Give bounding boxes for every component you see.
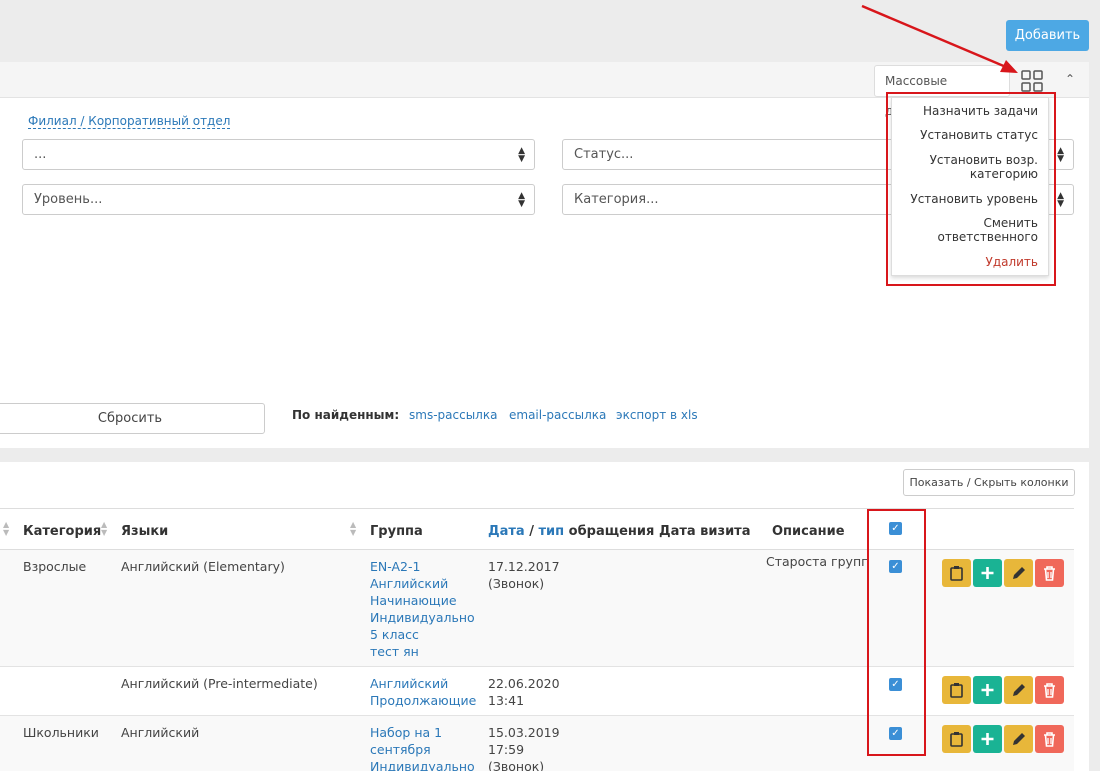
add-button-row[interactable] bbox=[973, 559, 1002, 587]
delete-button[interactable] bbox=[1035, 676, 1064, 704]
date-line: 13:41 bbox=[488, 693, 525, 708]
level-select-value: Уровень... bbox=[34, 192, 103, 207]
column-header-date-type: Дата / тип обращения bbox=[488, 524, 654, 539]
group-line: Индивидуально bbox=[370, 610, 475, 625]
sms-mailing-link[interactable]: sms-рассылка bbox=[409, 408, 497, 422]
branch-select-value: ... bbox=[34, 147, 47, 162]
trash-icon bbox=[1044, 683, 1055, 698]
delete-button[interactable] bbox=[1035, 725, 1064, 753]
group-line: Английский bbox=[370, 576, 449, 591]
column-header-visit-date[interactable]: Дата визита bbox=[659, 524, 751, 539]
trash-icon bbox=[1044, 732, 1055, 747]
toggle-columns-button[interactable]: Показать / Скрыть колонки bbox=[903, 469, 1075, 496]
row-category: Взрослые bbox=[23, 559, 87, 574]
sort-icon[interactable]: ▲ ▼ bbox=[101, 521, 107, 537]
pencil-icon bbox=[1013, 684, 1025, 696]
select-arrows-icon: ▲ ▼ bbox=[1057, 146, 1064, 164]
chevron-up-icon[interactable]: ⌃ bbox=[1062, 70, 1078, 88]
status-select-value: Статус... bbox=[574, 147, 634, 162]
group-line: Индивидуально bbox=[370, 759, 475, 771]
branch-filter-label[interactable]: Филиал / Корпоративный отдел bbox=[28, 114, 231, 129]
column-header-description[interactable]: Описание bbox=[772, 524, 845, 539]
column-header-category[interactable]: Категория bbox=[23, 524, 101, 539]
add-button-row[interactable] bbox=[973, 676, 1002, 704]
row-description: Староста групп bbox=[766, 554, 870, 569]
group-line: сентября bbox=[370, 742, 431, 757]
group-line: тест ян bbox=[370, 644, 419, 659]
date-line: (Звонок) bbox=[488, 759, 545, 771]
plus-icon bbox=[981, 684, 994, 696]
row-group[interactable]: EN-A2-1 Английский Начинающие Индивидуал… bbox=[370, 558, 480, 660]
group-line: EN-A2-1 bbox=[370, 559, 421, 574]
row-group[interactable]: Английский Продолжающие bbox=[370, 675, 480, 709]
column-header-languages[interactable]: Языки bbox=[121, 524, 168, 539]
group-line: Продолжающие bbox=[370, 693, 477, 708]
clipboard-icon bbox=[950, 683, 963, 698]
plus-icon bbox=[981, 567, 994, 579]
found-label: По найденным: bbox=[292, 408, 400, 422]
clipboard-icon bbox=[950, 732, 963, 747]
edit-button[interactable] bbox=[1004, 676, 1033, 704]
edit-button[interactable] bbox=[1004, 725, 1033, 753]
pencil-icon bbox=[1013, 733, 1025, 745]
row-date: 17.12.2017 (Звонок) bbox=[488, 558, 560, 592]
select-arrows-icon: ▲ ▼ bbox=[518, 191, 525, 209]
row-date: 15.03.2019 17:59 (Звонок) bbox=[488, 724, 560, 771]
date-line: 17:59 bbox=[488, 742, 525, 757]
group-line: Начинающие bbox=[370, 593, 457, 608]
email-mailing-link[interactable]: email-рассылка bbox=[509, 408, 606, 422]
export-xls-link[interactable]: экспорт в xls bbox=[616, 408, 698, 422]
clipboard-button[interactable] bbox=[942, 676, 971, 704]
add-button-row[interactable] bbox=[973, 725, 1002, 753]
date-line: 15.03.2019 bbox=[488, 725, 560, 740]
row-languages: Английский (Pre-intermediate) bbox=[121, 676, 318, 691]
date-line: 22.06.2020 bbox=[488, 676, 560, 691]
trash-icon bbox=[1044, 566, 1055, 581]
delete-button[interactable] bbox=[1035, 559, 1064, 587]
group-line: Английский bbox=[370, 676, 449, 691]
row-date: 22.06.2020 13:41 bbox=[488, 675, 560, 709]
clipboard-button[interactable] bbox=[942, 559, 971, 587]
sort-icon[interactable]: ▲ ▼ bbox=[350, 521, 356, 537]
date-line: 17.12.2017 bbox=[488, 559, 560, 574]
clipboard-icon bbox=[950, 566, 963, 581]
date-type-separator: / bbox=[524, 524, 539, 539]
row-languages: Английский bbox=[121, 725, 200, 740]
plus-icon bbox=[981, 733, 994, 745]
select-arrows-icon: ▲ ▼ bbox=[518, 146, 525, 164]
level-select[interactable]: Уровень... ▲ ▼ bbox=[22, 184, 535, 215]
grid-icon[interactable] bbox=[1021, 70, 1043, 92]
edit-button[interactable] bbox=[1004, 559, 1033, 587]
sort-icon[interactable]: ▲ ▼ bbox=[3, 521, 9, 537]
clipboard-button[interactable] bbox=[942, 725, 971, 753]
row-languages: Английский (Elementary) bbox=[121, 559, 285, 574]
date-type-suffix: обращения bbox=[564, 524, 655, 539]
checkbox-column-highlight-box bbox=[867, 509, 926, 756]
row-group[interactable]: Набор на 1 сентября Индивидуально bbox=[370, 724, 480, 771]
branch-select[interactable]: ... ▲ ▼ bbox=[22, 139, 535, 170]
sort-by-date-link[interactable]: Дата bbox=[488, 524, 525, 539]
group-line: Набор на 1 bbox=[370, 725, 443, 740]
select-arrows-icon: ▲ ▼ bbox=[1057, 191, 1064, 209]
group-line: 5 класс bbox=[370, 627, 419, 642]
add-button[interactable]: Добавить bbox=[1006, 20, 1089, 51]
row-category: Школьники bbox=[23, 725, 99, 740]
date-line: (Звонок) bbox=[488, 576, 545, 591]
sort-by-type-link[interactable]: тип bbox=[538, 524, 564, 539]
column-header-group[interactable]: Группа bbox=[370, 524, 423, 539]
reset-button[interactable]: Сбросить bbox=[0, 403, 265, 434]
menu-highlight-box bbox=[886, 92, 1056, 286]
pencil-icon bbox=[1013, 567, 1025, 579]
category-select-value: Категория... bbox=[574, 192, 659, 207]
